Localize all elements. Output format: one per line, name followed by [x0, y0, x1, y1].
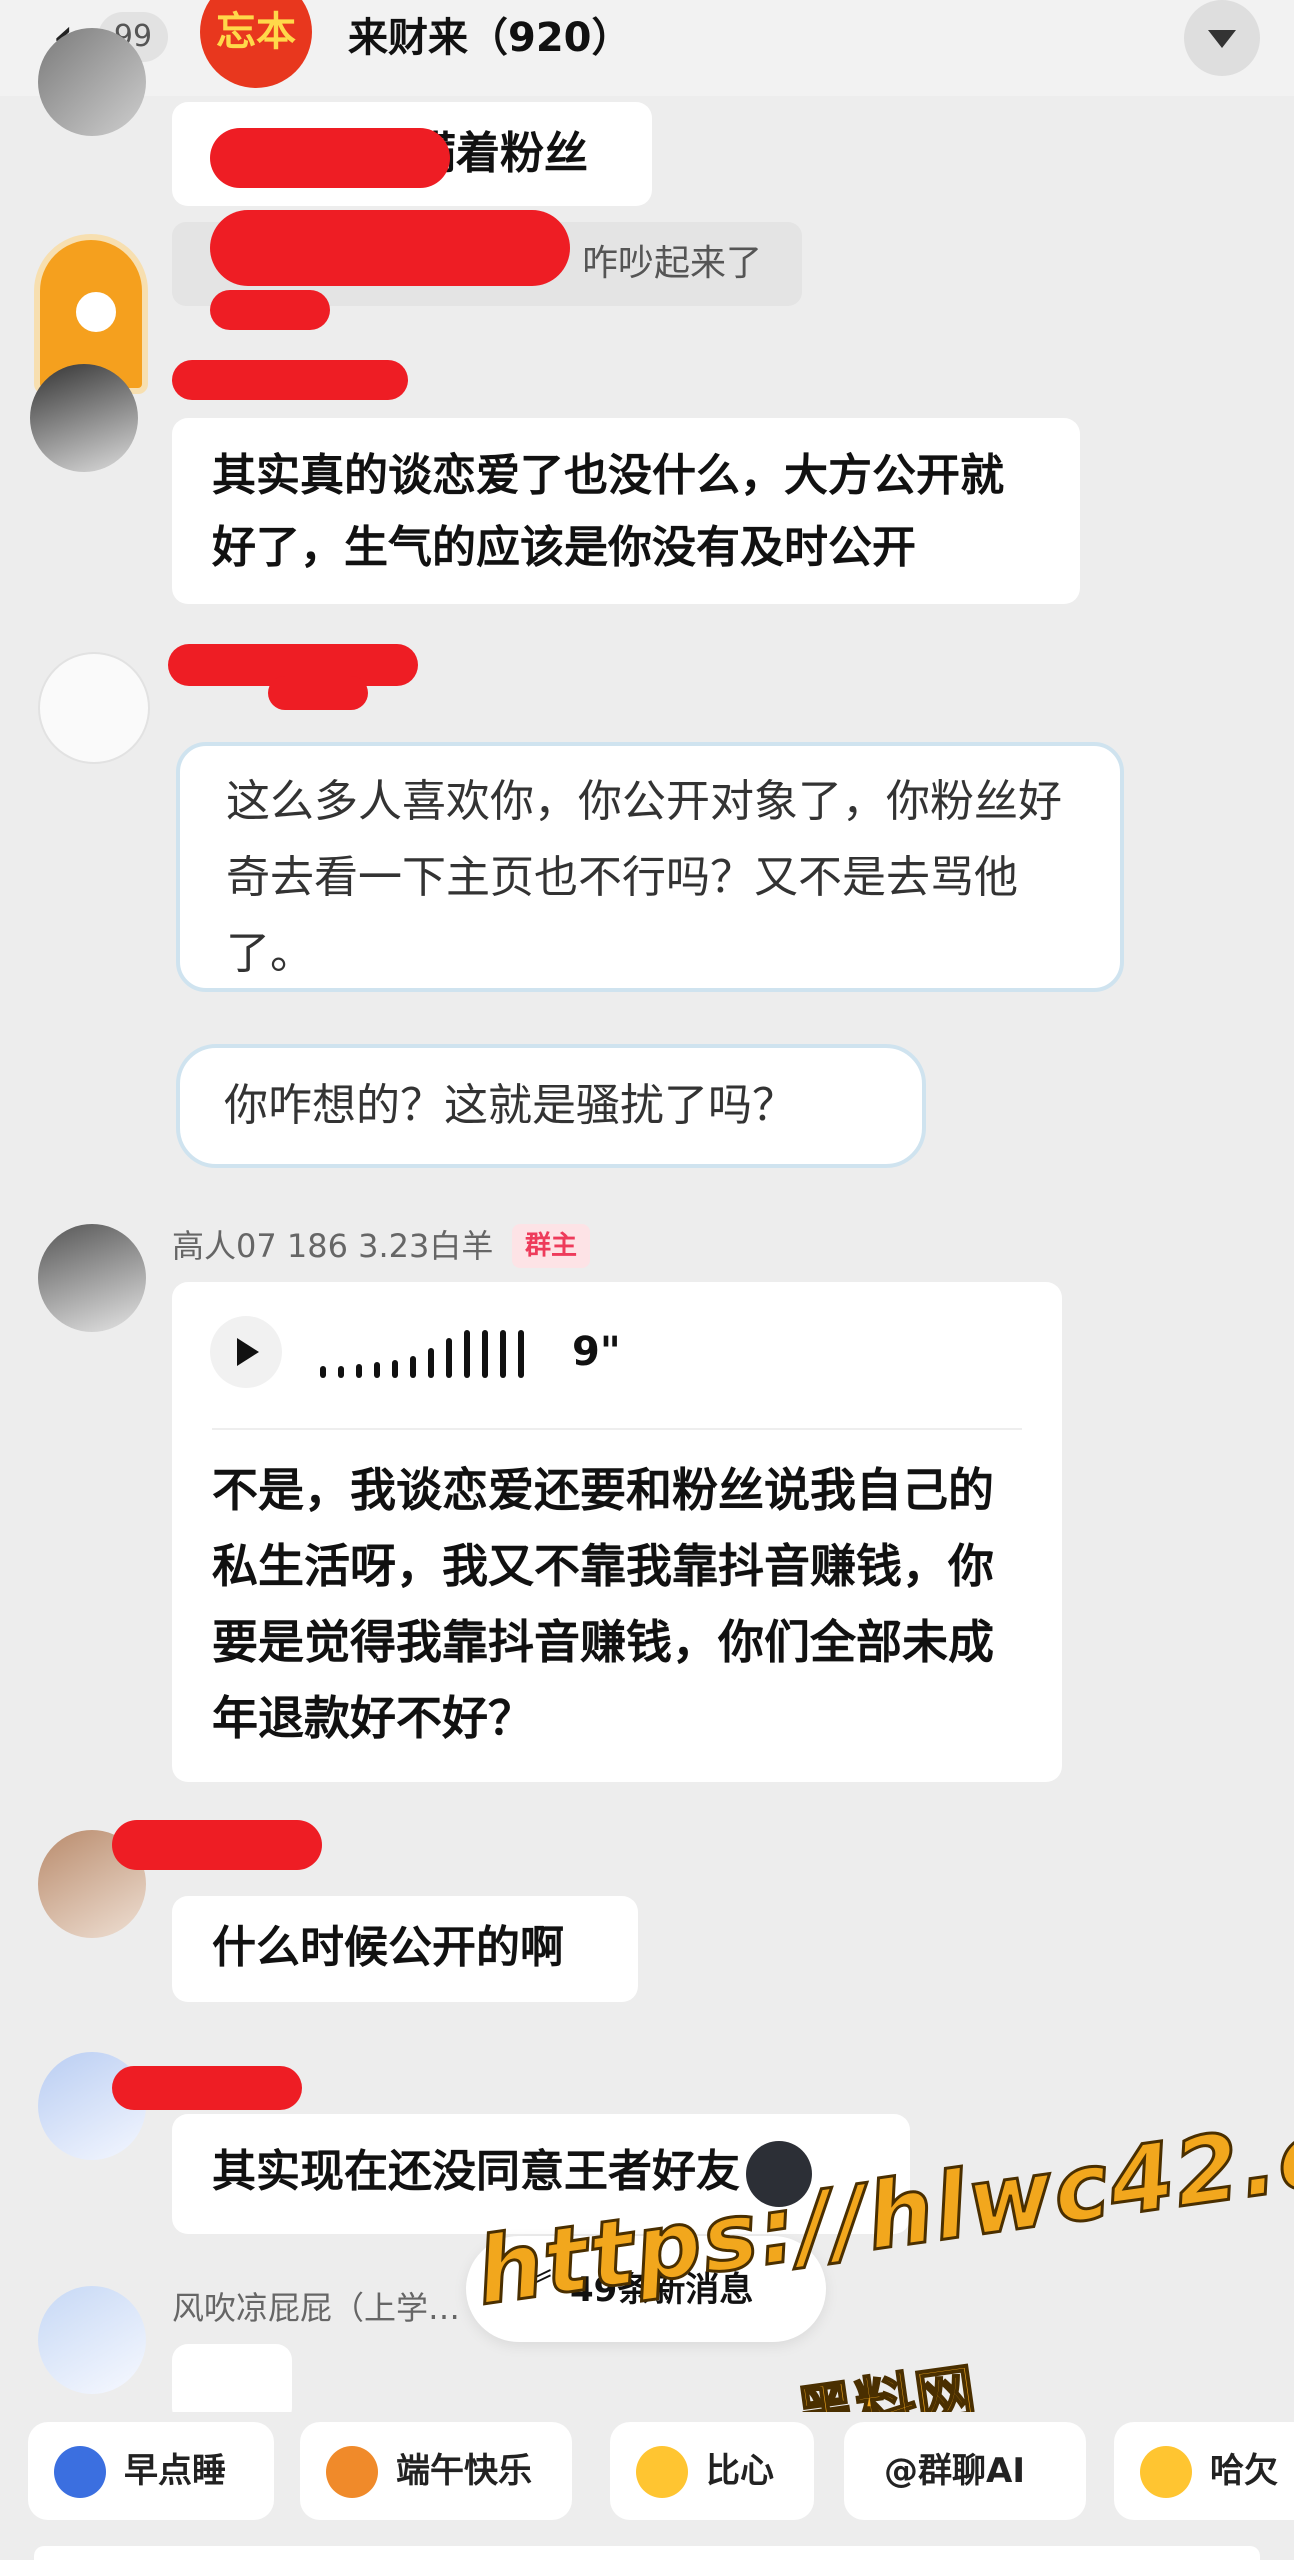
divider	[212, 1428, 1022, 1430]
redaction-mark	[210, 210, 570, 286]
avatar-frame-knob	[70, 286, 122, 338]
waveform-icon	[320, 1326, 540, 1378]
quick-action-label: 端午快乐	[396, 2451, 532, 2491]
avatar[interactable]	[38, 652, 150, 764]
dragon-icon	[326, 2446, 378, 2498]
heart-hands-icon	[636, 2446, 688, 2498]
voice-transcript: 不是，我谈恋爱还要和粉丝说我自己的私生活呀，我又不靠我靠抖音赚钱，你要是觉得我靠…	[212, 1463, 994, 1745]
message-bubble[interactable]: 其实真的谈恋爱了也没什么，大方公开就好了，生气的应该是你没有及时公开	[172, 418, 1080, 604]
owner-badge: 群主	[512, 1224, 590, 1268]
redaction-mark	[268, 676, 368, 710]
redaction-mark	[210, 128, 450, 188]
message-bubble[interactable]: 你咋想的？这就是骚扰了吗？	[176, 1044, 926, 1168]
avatar[interactable]	[38, 2286, 146, 2394]
group-avatar-text: 忘本	[216, 9, 296, 55]
redaction-mark	[172, 360, 408, 400]
redaction-mark	[112, 2066, 302, 2110]
quick-action-sleep[interactable]: 早点睡	[28, 2422, 274, 2520]
voice-message[interactable]: 9" 不是，我谈恋爱还要和粉丝说我自己的私生活呀，我又不靠我靠抖音赚钱，你要是觉…	[172, 1282, 1062, 1782]
chat-header	[0, 0, 1294, 96]
message-text: 什么时候公开的啊	[212, 1922, 564, 1973]
play-button[interactable]	[210, 1316, 282, 1388]
avatar[interactable]	[38, 1224, 146, 1332]
yawn-icon	[1140, 2446, 1192, 2498]
quick-action-yawn[interactable]: 哈欠	[1114, 2422, 1294, 2520]
moon-icon	[54, 2446, 106, 2498]
message-text: 你咋想的？这就是骚扰了吗？	[224, 1080, 796, 1131]
avatar[interactable]	[30, 364, 138, 472]
quick-action-heart[interactable]: 比心	[610, 2422, 814, 2520]
quick-action-dragon-boat[interactable]: 端午快乐	[300, 2422, 572, 2520]
group-title[interactable]: 来财来（920）	[348, 8, 632, 68]
message-text: 这么多人喜欢你，你公开对象了，你粉丝好奇去看一下主页也不行吗？又不是去骂他了。	[226, 776, 1062, 979]
chevron-down-icon	[1208, 30, 1236, 48]
message-text: 其实真的谈恋爱了也没什么，大方公开就好了，生气的应该是你没有及时公开	[212, 450, 1004, 573]
message-bubble[interactable]: 什么时候公开的啊	[172, 1896, 638, 2002]
quick-action-label: @群聊AI	[884, 2451, 1025, 2491]
quick-action-label: 比心	[706, 2451, 774, 2491]
avatar[interactable]	[38, 28, 146, 136]
message-bubble[interactable]: 这么多人喜欢你，你公开对象了，你粉丝好奇去看一下主页也不行吗？又不是去骂他了。	[176, 742, 1124, 992]
voice-duration: 9"	[572, 1329, 621, 1375]
redaction-mark	[112, 1820, 322, 1870]
sender-name: 高人07 186 3.23白羊	[172, 1227, 494, 1265]
quick-action-group-ai[interactable]: @群聊AI	[844, 2422, 1086, 2520]
quick-action-label: 哈欠	[1210, 2451, 1278, 2491]
redaction-mark	[210, 290, 330, 330]
message-text: 其实现在还没同意王者好友	[212, 2146, 740, 2197]
play-icon	[237, 1338, 259, 1366]
sender-name: 风吹凉屁屁（上学…	[172, 2289, 461, 2327]
input-bar-edge	[34, 2546, 1260, 2560]
quick-action-label: 早点睡	[124, 2451, 226, 2491]
more-menu-button[interactable]	[1184, 0, 1260, 76]
